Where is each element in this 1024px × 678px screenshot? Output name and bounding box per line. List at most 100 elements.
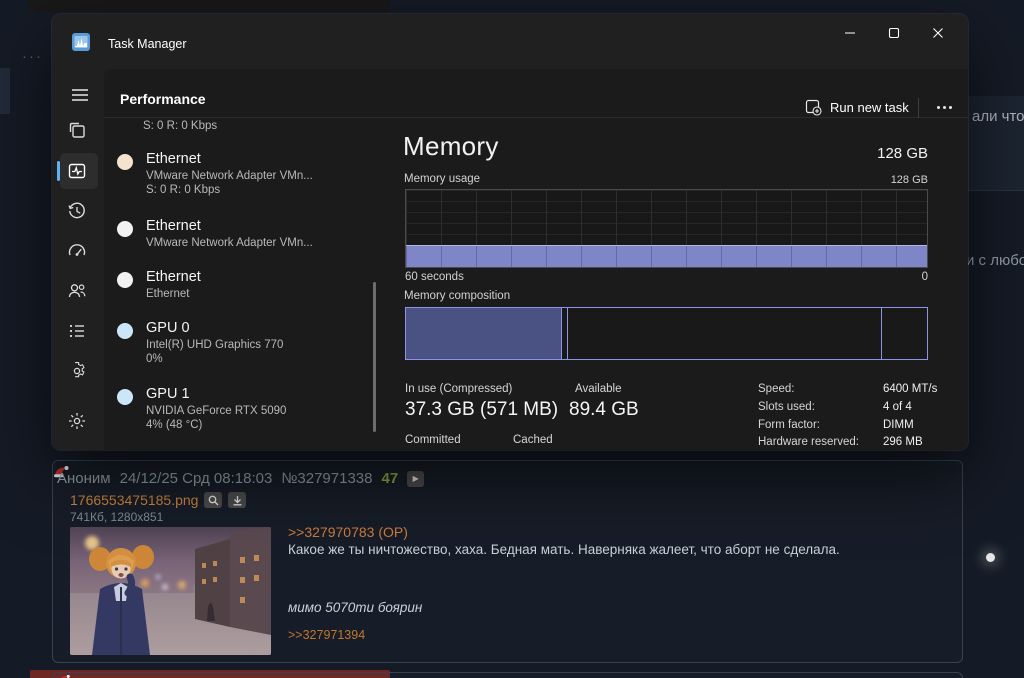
speed-value: 6400 MT/s (883, 383, 938, 395)
list-overflow-stat: S: 0 R: 0 Kbps (143, 120, 218, 132)
post-datetime: 24/12/25 Срд 08:18:03 (119, 470, 273, 487)
list-item-ethernet-2[interactable]: Ethernet (146, 218, 201, 234)
post-number[interactable]: №327971338 (281, 470, 372, 487)
list-item-stat: 0% (146, 353, 163, 365)
sidebar-item-users[interactable] (67, 281, 87, 301)
list-scrollbar[interactable] (373, 282, 376, 432)
post-header: Аноним 24/12/25 Срд 08:18:03 №327971338 … (57, 470, 425, 487)
download-button[interactable] (228, 492, 247, 508)
maximize-button[interactable] (872, 18, 916, 48)
list-item-subtitle: NVIDIA GeForce RTX 5090 (146, 405, 287, 417)
sidebar-item-app-history[interactable] (67, 201, 87, 221)
cached-label: Cached (513, 434, 553, 446)
background-text-fragment-top: али что (972, 108, 1024, 125)
sidebar-item-settings[interactable] (67, 411, 87, 431)
post-reply-link[interactable]: >>327971394 (288, 628, 365, 642)
composition-standby (568, 308, 882, 359)
maximize-icon (888, 27, 900, 39)
post-file-info: 741Кб, 1280x851 (70, 510, 164, 524)
hardware-reserved-value: 296 MB (883, 436, 923, 448)
zoom-search-button[interactable] (204, 492, 223, 508)
nav-menu-toggle[interactable] (68, 83, 92, 107)
sidebar-item-services[interactable] (67, 361, 87, 381)
divider (968, 190, 1024, 191)
divider (918, 98, 919, 118)
divider (104, 117, 968, 118)
list-item-gpu1[interactable]: GPU 1 (146, 386, 190, 402)
sidebar-item-startup-apps[interactable] (67, 241, 87, 261)
memory-usage-graph (405, 189, 928, 268)
post-quote-link[interactable]: >>327970783 (OP) (288, 524, 408, 540)
gpu-mini-graph (117, 389, 133, 405)
list-item-subtitle: VMware Network Adapter VMn... (146, 170, 313, 182)
download-icon (233, 495, 242, 505)
in-use-label: In use (Compressed) (405, 383, 513, 395)
post-expand-button[interactable]: ▶ (407, 470, 425, 487)
memory-axis-max: 128 GB (890, 174, 928, 186)
list-item-ethernet-1[interactable]: Ethernet (146, 151, 201, 167)
slots-used-value: 4 of 4 (883, 401, 912, 413)
next-post-container (52, 672, 963, 678)
hardware-reserved-label: Hardware reserved: (758, 436, 859, 448)
list-item-stat: 4% (48 °C) (146, 419, 203, 431)
task-manager-app-icon (72, 33, 90, 51)
composition-free (882, 308, 927, 359)
memory-axis-zero: 0 (921, 271, 928, 283)
background-corner-dots: ··· (22, 48, 43, 65)
ethernet-mini-graph (117, 221, 133, 237)
screen: ··· али что и с любо Аноним 24/12/25 Срд… (0, 0, 1024, 678)
hamburger-icon (72, 89, 88, 101)
list-item-gpu0[interactable]: GPU 0 (146, 320, 190, 336)
santa-hat-icon (61, 674, 70, 678)
memory-composition-bar (405, 307, 928, 360)
post-signature-text: мимо 5070ти боярин (288, 600, 423, 615)
memory-usage-label: Memory usage (404, 173, 481, 185)
memory-capacity: 128 GB (877, 145, 928, 162)
ethernet-mini-graph (117, 154, 133, 170)
post-thumbnail-image[interactable] (70, 527, 271, 655)
background-text-fragment-mid: и с любо (966, 252, 1024, 269)
sidebar-item-processes[interactable] (67, 120, 87, 140)
task-manager-window: Task Manager Performance Run new task S:… (52, 14, 968, 450)
list-item-stat: S: 0 R: 0 Kbps (146, 184, 221, 196)
form-factor-label: Form factor: (758, 419, 820, 431)
composition-in-use (406, 308, 563, 359)
memory-composition-label: Memory composition (404, 290, 511, 302)
scroll-indicator-dot[interactable] (986, 553, 995, 562)
committed-label: Committed (405, 434, 461, 446)
selected-nav-accent-bar (57, 161, 60, 181)
minimize-button[interactable] (828, 18, 872, 48)
list-item-subtitle: VMware Network Adapter VMn... (146, 237, 313, 249)
memory-graph-fill (406, 244, 927, 267)
list-item-ethernet-3[interactable]: Ethernet (146, 269, 201, 285)
new-task-icon (805, 99, 822, 116)
page-title: Performance (120, 91, 206, 107)
post-filename-link[interactable]: 1766553475185.png (70, 492, 198, 508)
sidebar-item-details[interactable] (67, 321, 87, 341)
list-item-subtitle: Ethernet (146, 288, 190, 300)
background-window-top-strip (28, 0, 390, 12)
memory-axis-time: 60 seconds (405, 271, 464, 283)
close-icon (933, 28, 943, 38)
minimize-icon (845, 32, 855, 34)
list-item-subtitle: Intel(R) UHD Graphics 770 (146, 339, 284, 351)
in-use-value: 37.3 GB (571 MB) (405, 399, 559, 420)
slots-used-label: Slots used: (758, 401, 815, 413)
post-author: Аноним (57, 470, 111, 487)
close-button[interactable] (916, 18, 960, 48)
memory-title: Memory (403, 131, 499, 161)
window-title: Task Manager (108, 37, 187, 51)
content-panel: Performance Run new task S: 0 R: 0 Kbps … (104, 69, 968, 450)
available-value: 89.4 GB (569, 399, 639, 420)
speed-label: Speed: (758, 383, 795, 395)
post-body-text: Какое же ты ничтожество, хаха. Бедная ма… (288, 542, 840, 557)
ethernet-mini-graph (117, 272, 133, 288)
post-reply-count: 47 (381, 470, 399, 487)
magnifier-icon (208, 495, 219, 505)
background-left-accent (0, 68, 10, 114)
available-label: Available (575, 383, 622, 395)
post-file-row: 1766553475185.png (70, 492, 247, 508)
gpu-mini-graph (117, 323, 133, 339)
window-controls (828, 18, 960, 48)
sidebar-item-performance[interactable] (67, 161, 87, 181)
